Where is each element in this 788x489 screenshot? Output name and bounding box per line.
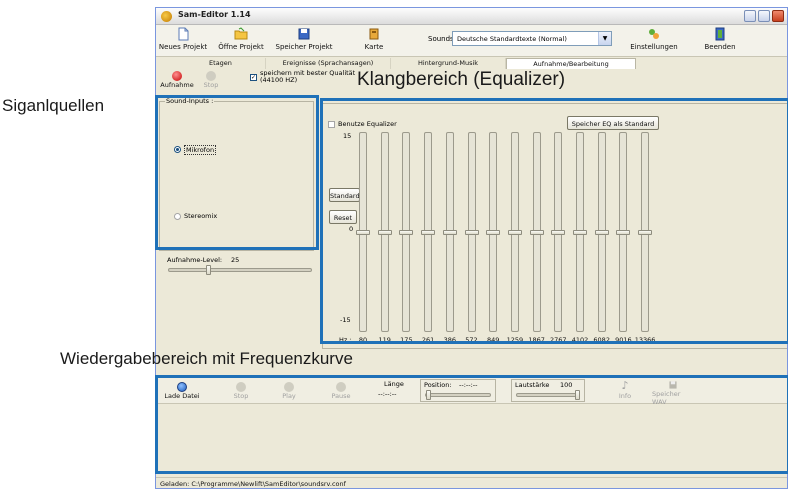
record-button[interactable]: Aufnahme [160, 71, 194, 89]
card-icon [369, 28, 379, 40]
save-project-button[interactable]: Speicher Projekt [274, 27, 334, 56]
status-bar: Geladen: C:\Programme\Newlift\SamEditor\… [156, 477, 787, 488]
tab-recording[interactable]: Aufnahme/Bearbeitung [506, 58, 636, 69]
settings-icon [649, 29, 659, 39]
chevron-down-icon[interactable]: ▼ [598, 32, 611, 45]
sounds-dropdown[interactable]: Deutsche Standardtexte (Normal) ▼ [452, 31, 612, 46]
sounds-dropdown-value: Deutsche Standardtexte (Normal) [457, 35, 567, 43]
maximize-button[interactable] [758, 10, 770, 22]
record-label: Aufnahme [160, 81, 194, 89]
stop-icon [206, 71, 216, 81]
main-toolbar: Neues Projekt Öffne Projekt Speicher Pro… [156, 25, 787, 57]
tab-bar: Etagen Ereignisse (Sprachansagen) Hinter… [156, 58, 787, 69]
record-stop-label: Stop [203, 81, 219, 89]
equalizer-annotation-box [320, 98, 788, 344]
card-button[interactable]: Karte [354, 27, 394, 56]
app-icon [161, 11, 172, 22]
sources-annotation: Siganlquellen [2, 96, 105, 115]
settings-button[interactable]: Einstellungen [626, 27, 682, 56]
quality-label: speichern mit bester Qualität (44100 HZ) [260, 70, 355, 84]
folder-icon [234, 27, 248, 40]
level-slider[interactable] [168, 268, 312, 272]
playback-annotation-box [155, 375, 788, 474]
level-value: 25 [231, 256, 240, 264]
open-project-button[interactable]: Öffne Projekt [214, 27, 268, 56]
window-title: Sam-Editor 1.14 [178, 10, 251, 19]
quit-button[interactable]: Beenden [700, 27, 740, 56]
new-project-label: Neues Projekt [158, 43, 208, 51]
quit-label: Beenden [704, 43, 736, 51]
record-icon [172, 71, 182, 81]
open-project-label: Öffne Projekt [218, 43, 264, 51]
floppy-disk-icon [298, 28, 310, 40]
quality-line-2: (44100 HZ) [260, 76, 298, 84]
tab-background-music[interactable]: Hintergrund-Musik [391, 58, 506, 69]
exit-door-icon [715, 27, 725, 41]
close-button[interactable] [772, 10, 784, 22]
sources-annotation-box [155, 95, 319, 250]
title-bar: Sam-Editor 1.14 [156, 8, 787, 25]
equalizer-annotation: Klangbereich (Equalizer) [357, 69, 566, 90]
record-stop-button[interactable]: Stop [200, 71, 222, 89]
level-slider-thumb[interactable] [206, 265, 212, 275]
playback-annotation: Wiedergabebereich mit Frequenzkurve [60, 349, 353, 368]
quality-checkbox[interactable]: ✓ [250, 74, 257, 81]
new-document-icon [178, 27, 189, 41]
card-label: Karte [364, 43, 384, 51]
tab-events[interactable]: Ereignisse (Sprachansagen) [266, 58, 391, 69]
tab-floors[interactable]: Etagen [176, 58, 266, 69]
new-project-button[interactable]: Neues Projekt [158, 27, 208, 56]
save-project-label: Speicher Projekt [275, 43, 333, 51]
settings-label: Einstellungen [630, 43, 678, 51]
minimize-button[interactable] [744, 10, 756, 22]
level-label: Aufnahme-Level: [167, 256, 223, 264]
